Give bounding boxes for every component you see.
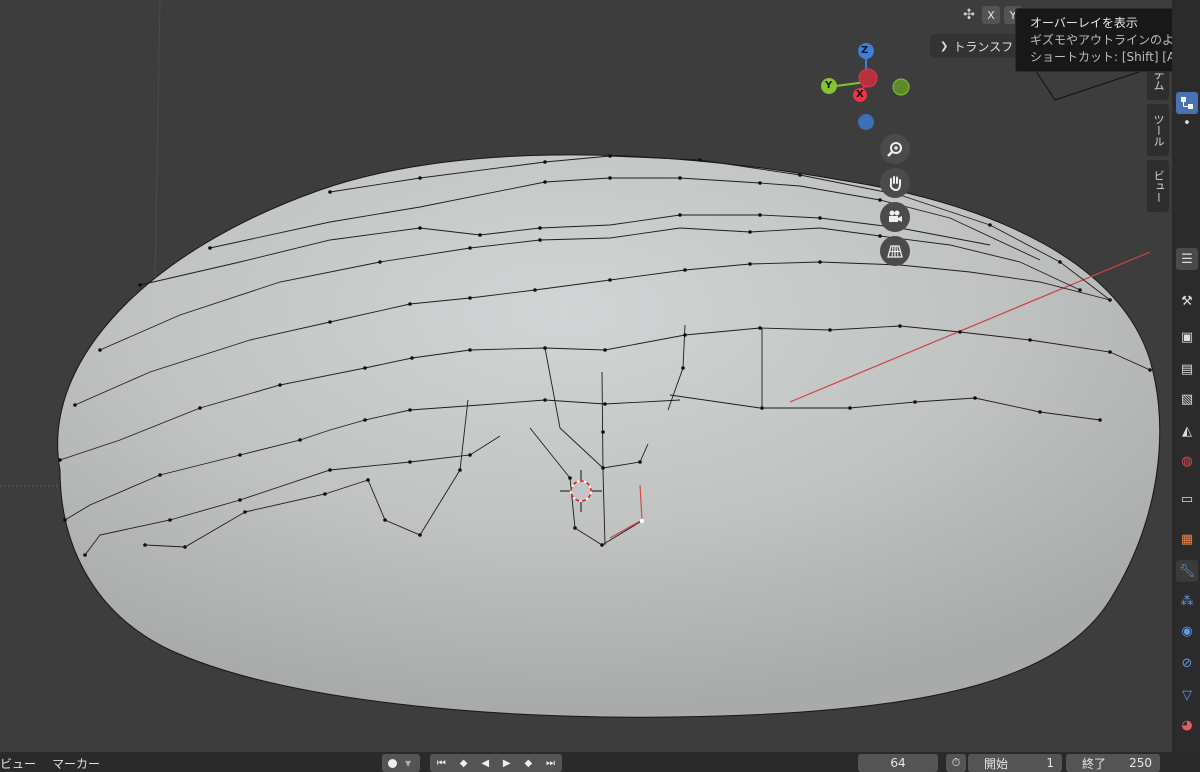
prev-keyframe-icon[interactable]: ◆ <box>460 758 468 769</box>
neg-x-handle[interactable] <box>858 68 878 88</box>
3d-viewport[interactable]: Z Y X ✣ X Y ❯ トランスフ テム ツール ビュー <box>0 0 1172 752</box>
end-frame-field[interactable]: 終了 250 <box>1066 754 1160 772</box>
constraint-properties-icon[interactable]: ⊘ <box>1176 652 1198 674</box>
jump-start-icon[interactable]: ⏮ <box>437 758 446 769</box>
dot-icon: • <box>1183 115 1191 131</box>
tab-view[interactable]: ビュー <box>1147 160 1169 212</box>
output-properties-icon[interactable]: ▤ <box>1176 358 1198 380</box>
end-frame-label: 終了 <box>1082 756 1107 771</box>
blender-window: Z Y X ✣ X Y ❯ トランスフ テム ツール ビュー オーバーレイを表示… <box>0 0 1200 772</box>
transform-panel-label: トランスフ <box>953 39 1014 54</box>
view-layer-properties-icon[interactable]: ▧ <box>1176 388 1198 410</box>
current-frame-value: 64 <box>890 756 906 770</box>
zoom-button[interactable] <box>880 134 910 164</box>
physics-properties-icon[interactable]: ◉ <box>1176 620 1198 642</box>
camera-view-button[interactable] <box>880 202 910 232</box>
gizmo-z-label: Z <box>861 45 869 56</box>
scene-properties-icon[interactable]: ◭ <box>1176 420 1198 442</box>
world-properties-icon[interactable]: ◍ <box>1176 450 1198 472</box>
end-frame-value: 250 <box>1129 756 1152 770</box>
chevron-right-icon: ❯ <box>940 40 949 52</box>
timeline-header: ビュー マーカー ▼ ⏮ ◆ ◀ ▶ ◆ ⏭ 64 ⏱ 開始 1 終了 250 <box>0 752 1200 772</box>
grid-line <box>154 0 161 281</box>
grid-icon <box>887 245 903 258</box>
mirror-x-button[interactable]: X <box>982 6 1000 24</box>
start-frame-label: 開始 <box>984 756 1009 771</box>
playback-controls: ⏮ ◆ ◀ ▶ ◆ ⏭ <box>430 754 562 772</box>
timeline-menu-marker[interactable]: マーカー <box>52 755 100 772</box>
play-icon[interactable]: ▶ <box>503 758 511 769</box>
outliner-filter-icon[interactable] <box>1176 92 1198 114</box>
tab-tool[interactable]: ツール <box>1147 104 1169 156</box>
start-frame-field[interactable]: 開始 1 <box>968 754 1062 772</box>
mesh-object[interactable] <box>57 154 1161 718</box>
transform-panel-header[interactable]: ❯ トランスフ <box>930 34 1020 58</box>
neg-z-handle[interactable] <box>858 114 874 130</box>
chevron-down-icon: ▼ <box>405 758 412 768</box>
particle-properties-icon[interactable]: ⁂ <box>1176 590 1198 612</box>
mirror-icon[interactable]: ✣ <box>960 7 978 23</box>
neg-y-handle[interactable] <box>892 78 910 96</box>
auto-keying-button[interactable]: ▼ <box>382 754 420 772</box>
magnifier-plus-icon <box>887 142 902 157</box>
start-frame-value: 1 <box>1046 756 1054 770</box>
properties-toggle-icon[interactable]: ☰ <box>1176 248 1198 270</box>
preview-range-button[interactable]: ⏱ <box>946 754 966 772</box>
hand-icon <box>889 176 901 191</box>
stopwatch-icon: ⏱ <box>951 756 961 769</box>
gizmo-x-label: X <box>856 89 864 100</box>
pan-button[interactable] <box>880 168 910 198</box>
properties-editor: • ☰ ⚒ ▣ ▤ ▧ ◭ ◍ ▭ ▦ 🔧︎ ⁂ ◉ ⊘ ▽ ◕ <box>1172 0 1200 752</box>
data-properties-icon[interactable]: ▽ <box>1176 684 1198 706</box>
play-reverse-icon[interactable]: ◀ <box>481 758 489 769</box>
render-properties-icon[interactable]: ▣ <box>1176 326 1198 348</box>
current-frame-field[interactable]: 64 <box>858 754 938 772</box>
timeline-menu-view[interactable]: ビュー <box>0 755 36 772</box>
active-vertex[interactable] <box>639 518 645 524</box>
record-icon <box>388 758 397 768</box>
sidebar-tabs: テム ツール ビュー <box>1147 60 1169 216</box>
material-properties-icon[interactable]: ◕ <box>1176 714 1198 736</box>
modifier-properties-icon[interactable]: 🔧︎ <box>1176 560 1198 582</box>
collection-properties-icon[interactable]: ▭ <box>1176 488 1198 510</box>
navigation-gizmo[interactable] <box>821 43 910 130</box>
tool-properties-icon[interactable]: ⚒ <box>1176 290 1198 312</box>
object-properties-icon[interactable]: ▦ <box>1176 528 1198 550</box>
jump-end-icon[interactable]: ⏭ <box>546 758 555 769</box>
viewport-header-right: ✣ X Y <box>960 6 1022 24</box>
gizmo-y-label: Y <box>825 80 833 91</box>
perspective-toggle-button[interactable] <box>880 236 910 266</box>
camera-icon <box>889 210 902 222</box>
next-keyframe-icon[interactable]: ◆ <box>524 758 532 769</box>
viewport-scene[interactable] <box>0 0 1172 752</box>
